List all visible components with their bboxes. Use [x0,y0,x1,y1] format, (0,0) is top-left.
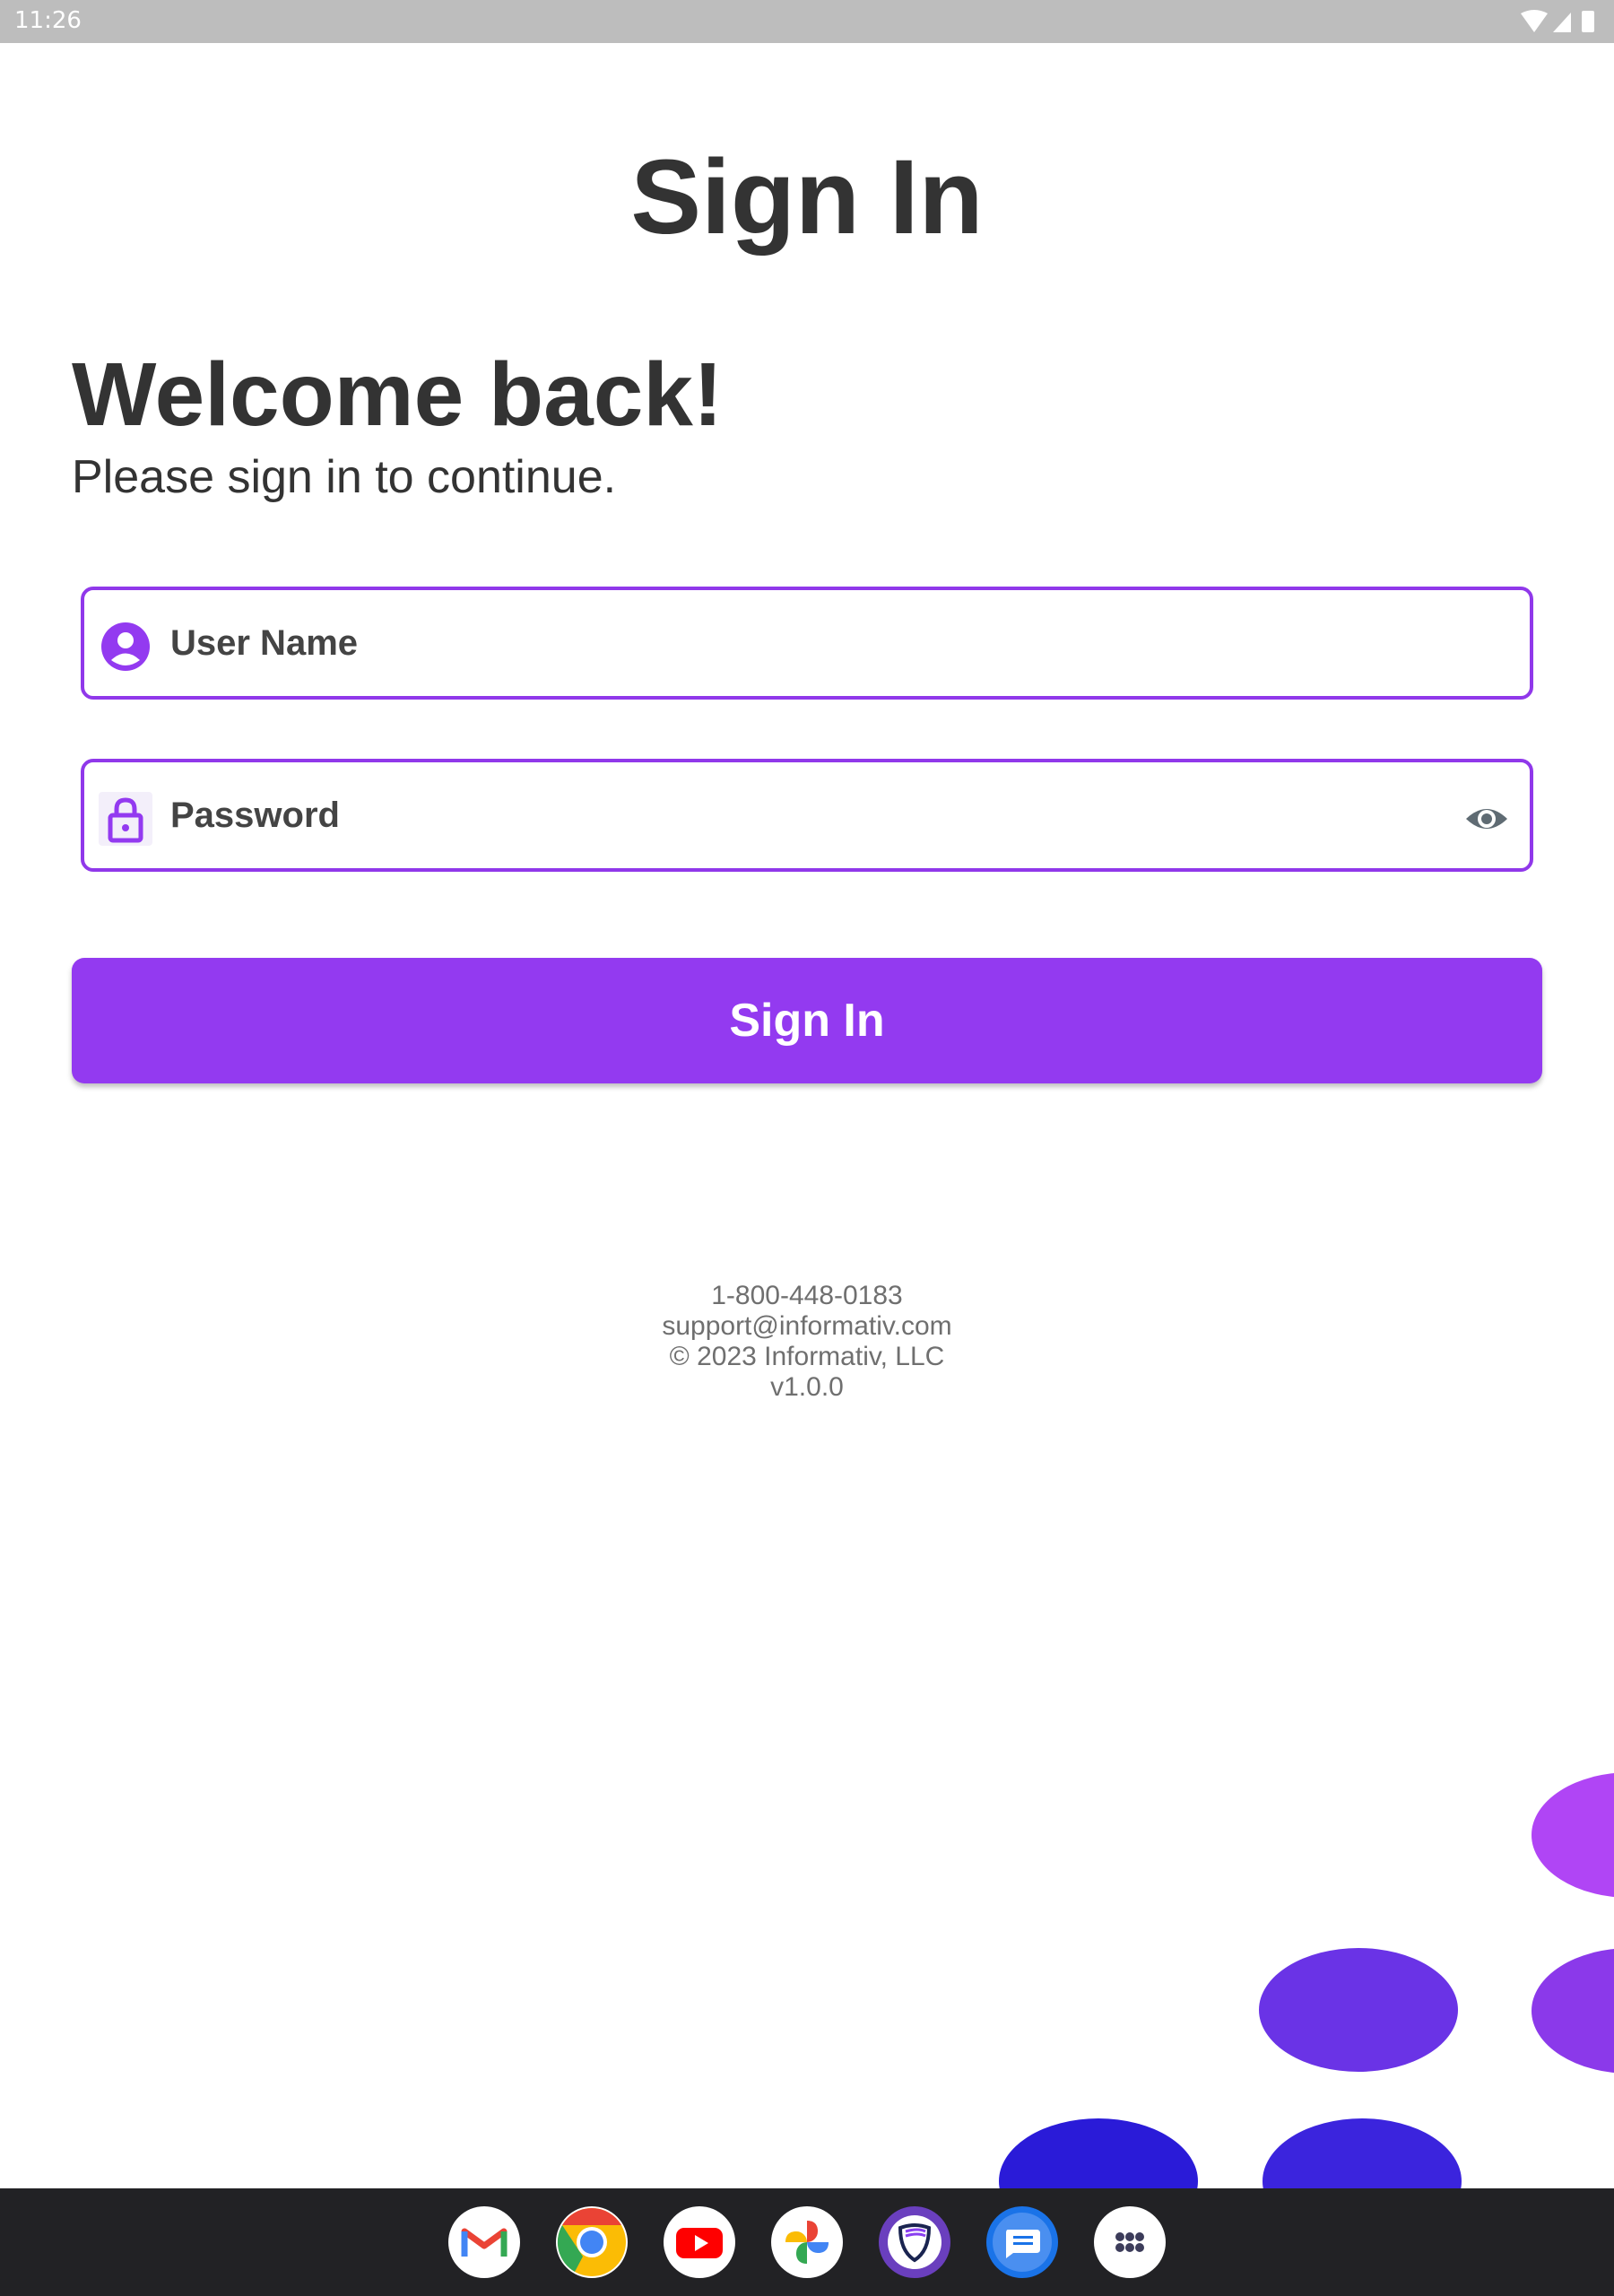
lock-icon [99,792,152,846]
wifi-icon [1521,10,1548,32]
status-time: 11:26 [14,7,82,34]
chrome-icon[interactable] [556,2206,628,2278]
youtube-icon[interactable] [664,2206,735,2278]
messages-icon[interactable] [986,2206,1058,2278]
signal-icon [1553,13,1571,32]
support-phone: 1-800-448-0183 [711,1281,903,1310]
app-dock [0,2188,1614,2296]
status-bar: 11:26 [0,0,1614,43]
support-email: support@informativ.com [662,1311,952,1341]
app-drawer-icon[interactable] [1094,2206,1166,2278]
copyright-text: © 2023 Informativ, LLC [669,1342,945,1371]
support-info: 1-800-448-0183 support@informativ.com © … [0,1281,1614,1403]
sign-in-screen: 11:26 Sign In Welcome back! Please sign … [0,0,1614,2296]
decorative-blob [1532,1772,1614,1898]
shield-app-icon[interactable] [879,2206,950,2278]
battery-icon [1582,11,1594,32]
gmail-icon[interactable] [448,2206,520,2278]
username-field[interactable]: User Name [81,587,1533,700]
status-icons [1519,9,1596,34]
username-placeholder: User Name [170,623,359,663]
decorative-blob [1532,1948,1614,2074]
sign-in-button[interactable]: Sign In [72,958,1542,1083]
version-text: v1.0.0 [770,1372,844,1402]
photos-icon[interactable] [771,2206,843,2278]
eye-icon[interactable] [1463,796,1510,842]
welcome-subheading: Please sign in to continue. [72,451,617,503]
password-field[interactable]: Password [81,759,1533,872]
user-icon [99,620,152,674]
password-placeholder: Password [170,796,340,835]
decorative-blob [1259,1948,1458,2072]
page-title: Sign In [630,138,984,257]
welcome-heading: Welcome back! [72,344,724,445]
